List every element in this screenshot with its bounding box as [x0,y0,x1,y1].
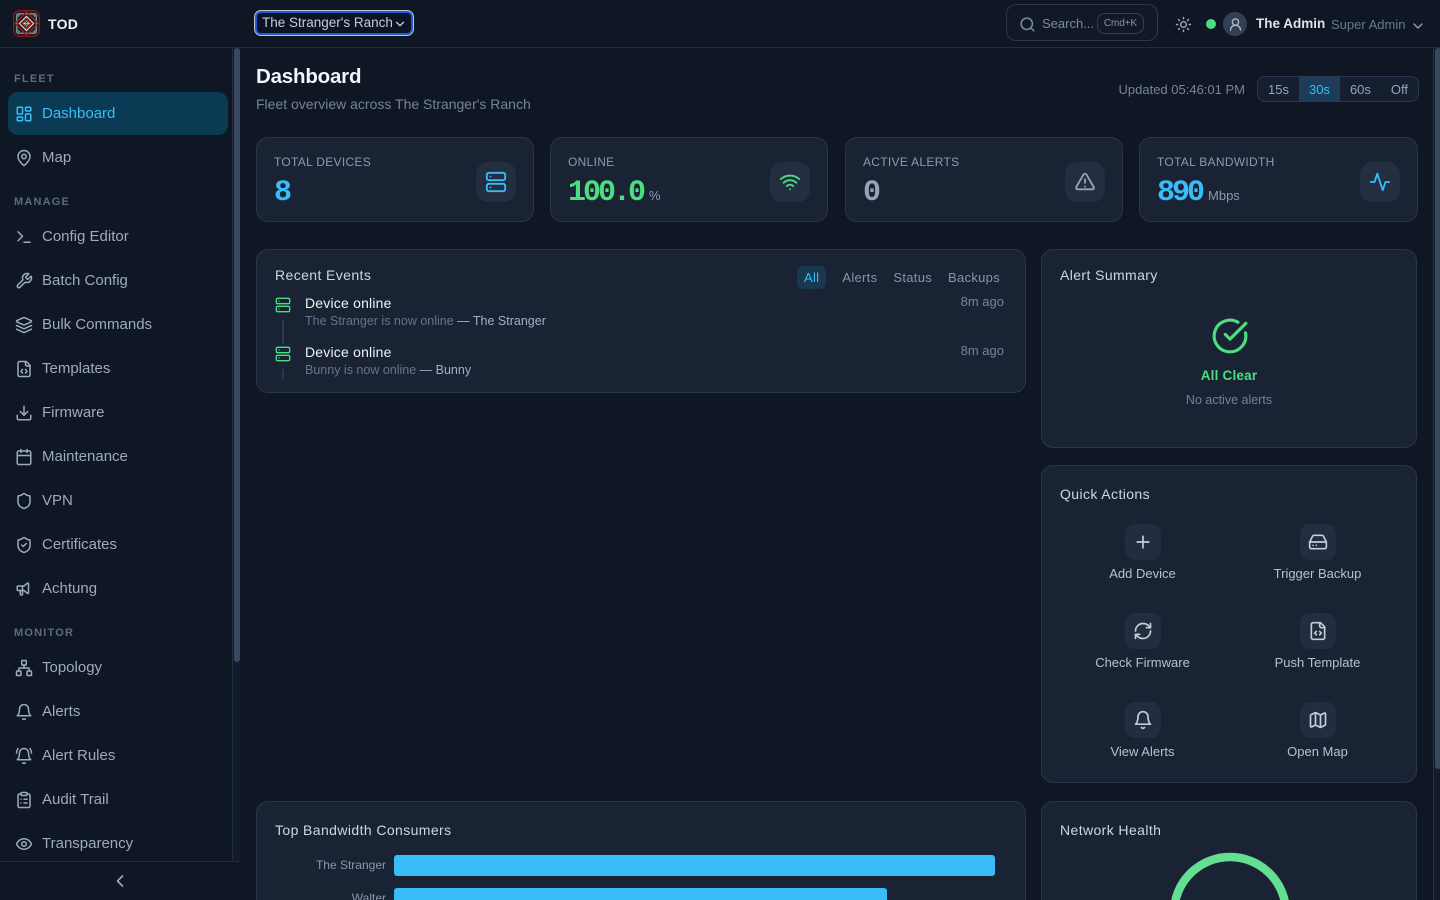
svg-text:100: 100 [1208,896,1255,900]
